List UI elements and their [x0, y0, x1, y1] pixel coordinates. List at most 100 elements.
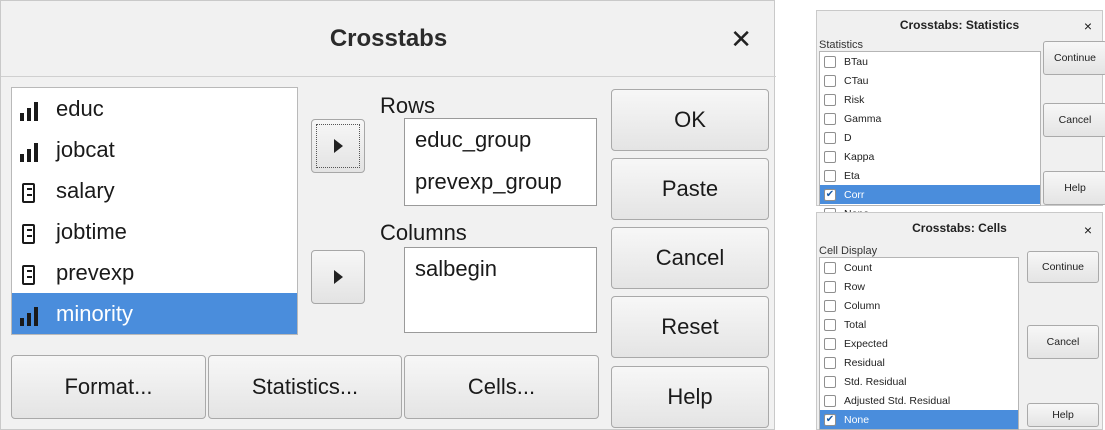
close-icon[interactable]: ✕ [730, 26, 752, 52]
variable-item-educ[interactable]: educ [12, 88, 297, 129]
variable-label: educ [56, 95, 104, 121]
scale-ruler-icon [20, 220, 50, 244]
ordinal-bars-icon [20, 138, 50, 162]
checkbox-box[interactable] [824, 74, 836, 87]
checkbox-label: Gamma [844, 112, 882, 125]
list-item[interactable]: prevexp_group [405, 161, 596, 203]
checkbox-total[interactable]: Total [820, 315, 1018, 334]
scale-ruler-icon [20, 179, 50, 203]
checkbox-label: Column [844, 299, 881, 312]
list-item[interactable]: salbegin [405, 248, 596, 290]
checkmark-icon[interactable]: ✔ [824, 413, 836, 426]
list-item[interactable]: educ_group [405, 119, 596, 161]
checkbox-label: CTau [844, 74, 869, 87]
checkbox-ctau[interactable]: CTau [820, 71, 1040, 90]
statistics-list: BTau CTau Risk Gamma D Kappa Eta ✔Corr N… [819, 51, 1041, 220]
checkbox-row[interactable]: Row [820, 277, 1018, 296]
format-button[interactable]: Format... [11, 355, 206, 419]
checkbox-label: Count [844, 261, 873, 274]
source-variable-list[interactable]: educ jobcat salary jobtime prevexp minor… [11, 87, 298, 335]
checkbox-kappa[interactable]: Kappa [820, 147, 1040, 166]
checkbox-label: Expected [844, 337, 888, 350]
checkbox-label: Corr [844, 188, 865, 201]
checkbox-box[interactable] [824, 150, 836, 163]
checkbox-box[interactable] [824, 337, 836, 350]
checkbox-gamma[interactable]: Gamma [820, 109, 1040, 128]
arrow-right-icon [333, 139, 343, 153]
cancel-button[interactable]: Cancel [611, 227, 769, 289]
cancel-button[interactable]: Cancel [1043, 103, 1105, 137]
checkbox-risk[interactable]: Risk [820, 90, 1040, 109]
columns-list[interactable]: salbegin [404, 247, 597, 333]
checkbox-btau[interactable]: BTau [820, 52, 1040, 71]
variable-label: minority [56, 300, 134, 326]
help-button[interactable]: Help [1043, 171, 1105, 205]
arrow-right-icon [333, 270, 343, 284]
scale-ruler-icon [20, 261, 50, 285]
continue-button[interactable]: Continue [1027, 251, 1099, 283]
variable-label: jobcat [56, 136, 115, 162]
reset-button[interactable]: Reset [611, 296, 769, 358]
paste-button[interactable]: Paste [611, 158, 769, 220]
close-icon[interactable]: × [1084, 222, 1092, 238]
variable-label: salary [56, 177, 115, 203]
variable-item-jobcat[interactable]: jobcat [12, 129, 297, 170]
checkbox-box[interactable] [824, 55, 836, 68]
ordinal-bars-icon [20, 302, 50, 326]
variable-item-minority[interactable]: minority [12, 293, 297, 334]
checkbox-box[interactable] [824, 356, 836, 369]
checkbox-box[interactable] [824, 112, 836, 125]
checkbox-residual[interactable]: Residual [820, 353, 1018, 372]
dialog-title: Crosstabs: Cells [912, 221, 1007, 235]
checkbox-box[interactable] [824, 299, 836, 312]
checkbox-box[interactable] [824, 318, 836, 331]
statistics-button[interactable]: Statistics... [208, 355, 402, 419]
checkbox-box[interactable] [824, 169, 836, 182]
move-to-columns-button[interactable] [311, 250, 365, 304]
checkbox-label: D [844, 131, 852, 144]
dialog-title: Crosstabs [1, 1, 776, 77]
variable-item-prevexp[interactable]: prevexp [12, 252, 297, 293]
continue-button[interactable]: Continue [1043, 41, 1105, 75]
checkbox-std-residual[interactable]: Std. Residual [820, 372, 1018, 391]
checkbox-label: Adjusted Std. Residual [844, 394, 951, 407]
rows-list[interactable]: educ_group prevexp_group [404, 118, 597, 206]
cancel-button[interactable]: Cancel [1027, 325, 1099, 359]
columns-label: Columns [380, 220, 467, 245]
checkbox-column[interactable]: Column [820, 296, 1018, 315]
checkbox-box[interactable] [824, 375, 836, 388]
checkbox-label: Total [844, 318, 867, 331]
cell-display-group-label: Cell Display [819, 245, 878, 257]
variable-item-jobtime[interactable]: jobtime [12, 211, 297, 252]
move-to-rows-button[interactable] [311, 119, 365, 173]
close-icon[interactable]: × [1084, 18, 1092, 34]
help-button[interactable]: Help [611, 366, 769, 428]
checkbox-label: Kappa [844, 150, 875, 163]
ok-button[interactable]: OK [611, 89, 769, 151]
rows-label: Rows [380, 93, 436, 118]
checkbox-label: Risk [844, 93, 865, 106]
checkbox-count[interactable]: Count [820, 258, 1018, 277]
checkbox-label: None [844, 413, 870, 426]
checkbox-corr[interactable]: ✔ Corr [820, 185, 1040, 204]
checkmark-icon[interactable]: ✔ [824, 188, 836, 201]
checkbox-adjusted-std-residual[interactable]: Adjusted Std. Residual [820, 391, 1018, 410]
checkbox-box[interactable] [824, 394, 836, 407]
checkbox-expected[interactable]: Expected [820, 334, 1018, 353]
checkbox-none[interactable]: ✔ None [820, 410, 1018, 429]
checkbox-d[interactable]: D [820, 128, 1040, 147]
checkbox-box[interactable] [824, 280, 836, 293]
checkbox-label: BTau [844, 55, 868, 68]
checkbox-box[interactable] [824, 131, 836, 144]
cells-button[interactable]: Cells... [404, 355, 599, 419]
checkbox-eta[interactable]: Eta [820, 166, 1040, 185]
checkbox-label: Eta [844, 169, 860, 182]
checkbox-box[interactable] [824, 93, 836, 106]
variable-item-salary[interactable]: salary [12, 170, 297, 211]
cell-display-list: Count Row Column Total Expected Residual… [819, 257, 1019, 430]
crosstabs-dialog: Crosstabs ✕ educ jobcat salary jobtime p… [0, 0, 776, 430]
help-button[interactable]: Help [1027, 403, 1099, 427]
checkbox-box[interactable] [824, 261, 836, 274]
statistics-dialog: Crosstabs: Statistics × Statistics BTau … [816, 10, 1105, 220]
cells-dialog: Crosstabs: Cells × Cell Display Count Ro… [816, 212, 1103, 430]
